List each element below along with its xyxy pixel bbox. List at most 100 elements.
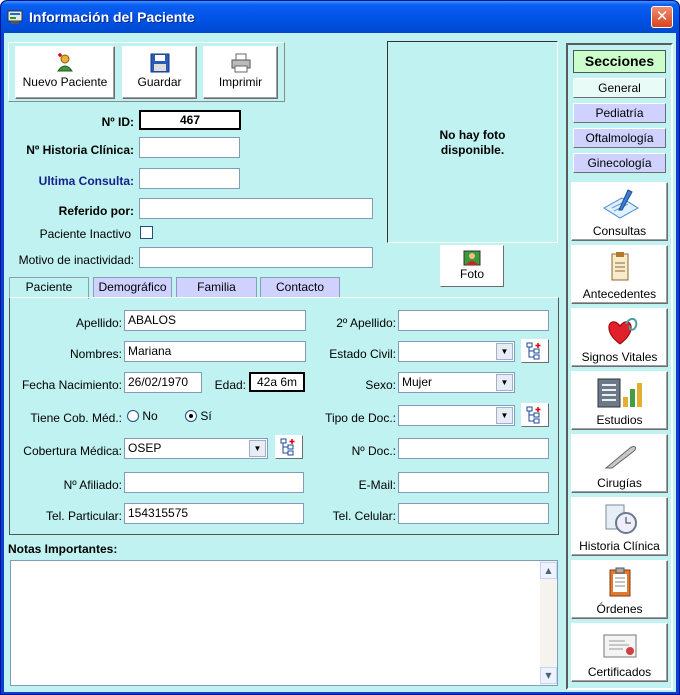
sections-title: Secciones (573, 50, 666, 73)
coverage-flag-label: Tiene Cob. Méd.: (30, 411, 122, 425)
patient-info-window: Información del Paciente ✕ Nuevo Pacient… (0, 0, 680, 695)
tab-paciente[interactable]: Paciente (9, 277, 89, 299)
close-button[interactable]: ✕ (651, 6, 673, 28)
estudios-button[interactable]: Estudios (571, 371, 668, 430)
doc-number-label: Nº Doc.: (351, 444, 396, 458)
add-coverage-button[interactable] (275, 435, 303, 459)
coverage-select[interactable]: OSEP ▼ (124, 438, 268, 459)
inactive-reason-label: Motivo de inactividad: (18, 253, 134, 267)
radio-yes[interactable] (185, 410, 197, 422)
patient-tab-panel: Apellido: ABALOS 2º Apellido: Nombres: M… (9, 297, 559, 535)
title-bar[interactable]: Información del Paciente ✕ (1, 1, 679, 33)
phone-field[interactable]: 154315575 (124, 503, 304, 524)
coverage-value: OSEP (128, 441, 162, 455)
new-patient-label: Nuevo Paciente (22, 75, 108, 89)
chevron-down-icon[interactable]: ▼ (249, 440, 266, 457)
xray-chart-icon (597, 378, 642, 408)
sex-select[interactable]: Mujer ▼ (398, 372, 515, 393)
photo-button[interactable]: Foto (440, 245, 504, 287)
coverage-label: Cobertura Médica: (23, 444, 122, 458)
names-field[interactable]: Mariana (124, 341, 306, 362)
certificate-icon (603, 634, 636, 658)
save-button[interactable]: Guardar (122, 46, 197, 99)
section-general[interactable]: General (573, 78, 666, 98)
chevron-down-icon[interactable]: ▼ (496, 407, 513, 424)
birth-date-label: Fecha Nacimiento: (21, 378, 122, 392)
clipboard-orders-icon (609, 567, 630, 597)
email-field[interactable] (398, 472, 549, 493)
cirugias-button[interactable]: Cirugías (571, 434, 668, 493)
coverage-yes-radio[interactable]: Sí (185, 409, 212, 423)
referred-by-field[interactable] (139, 198, 373, 219)
tree-add-icon (280, 438, 295, 456)
consultas-button[interactable]: Consultas (571, 182, 668, 241)
last-visit-label: Ultima Consulta: (38, 174, 134, 188)
coverage-no-radio[interactable]: No (127, 409, 158, 423)
antecedentes-button[interactable]: Antecedentes (571, 245, 668, 304)
add-doc-type-button[interactable] (521, 403, 549, 427)
client-area: Nuevo Paciente Guardar Imprimir No hay f… (4, 33, 676, 692)
photo-frame: No hay foto disponible. (387, 41, 558, 243)
signos-vitales-button[interactable]: Signos Vitales (571, 308, 668, 367)
print-button[interactable]: Imprimir (203, 46, 278, 99)
tab-familia[interactable]: Familia (176, 277, 257, 298)
clipboard-pen-icon (602, 189, 639, 219)
tab-demografico[interactable]: Demográfico (93, 277, 172, 298)
chevron-down-icon[interactable]: ▼ (496, 374, 513, 391)
notes-scrollbar[interactable]: ▲ ▼ (540, 561, 557, 685)
add-civil-status-button[interactable] (521, 339, 549, 363)
signos-vitales-label: Signos Vitales (581, 350, 658, 364)
affiliate-field[interactable] (124, 472, 304, 493)
floppy-disk-icon (150, 53, 169, 73)
names-label: Nombres: (69, 347, 122, 361)
scalpel-icon (604, 446, 636, 469)
photo-placeholder-line2: disponible. (440, 143, 505, 157)
certificados-button[interactable]: Certificados (571, 623, 668, 682)
consultas-label: Consultas (592, 224, 647, 238)
mobile-label: Tel. Celular: (332, 509, 396, 523)
certificados-label: Certificados (587, 665, 652, 679)
photo-placeholder-line1: No hay foto (439, 128, 506, 142)
section-pediatria[interactable]: Pediatría (573, 103, 666, 123)
mobile-field[interactable] (398, 503, 549, 524)
historia-clinica-label: Historia Clínica (579, 539, 660, 553)
section-ginecologia[interactable]: Ginecología (573, 153, 666, 173)
antecedentes-label: Antecedentes (582, 287, 657, 301)
radio-no-label: No (142, 409, 158, 423)
history-number-field[interactable] (139, 137, 240, 158)
radio-no[interactable] (127, 410, 139, 422)
surname-label: Apellido: (75, 316, 122, 330)
scroll-down-icon[interactable]: ▼ (540, 667, 557, 684)
section-oftalmologia[interactable]: Oftalmología (573, 128, 666, 148)
doc-number-field[interactable] (398, 438, 549, 459)
ordenes-button[interactable]: Órdenes (571, 560, 668, 619)
last-visit-field[interactable] (139, 168, 240, 189)
scroll-up-icon[interactable]: ▲ (540, 562, 557, 579)
civil-status-select[interactable]: ▼ (398, 341, 515, 362)
inactive-checkbox[interactable] (140, 226, 153, 239)
doc-type-select[interactable]: ▼ (398, 405, 515, 426)
second-surname-field[interactable] (398, 310, 549, 331)
referred-by-label: Referido por: (58, 204, 134, 218)
historia-clinica-button[interactable]: Historia Clínica (571, 497, 668, 556)
estudios-label: Estudios (596, 413, 643, 427)
window-title: Información del Paciente (29, 9, 195, 25)
chevron-down-icon[interactable]: ▼ (496, 343, 513, 360)
birth-date-field[interactable]: 26/02/1970 (124, 372, 202, 393)
age-label: Edad: (214, 378, 246, 392)
notes-textarea[interactable]: ▲ ▼ (10, 560, 558, 686)
tree-add-icon (526, 406, 541, 424)
cirugias-label: Cirugías (597, 476, 642, 490)
tree-add-icon (526, 342, 541, 360)
id-value: 467 (139, 110, 241, 130)
new-patient-button[interactable]: Nuevo Paciente (15, 46, 115, 99)
photo-button-label: Foto (459, 267, 484, 281)
affiliate-label: Nº Afiliado: (63, 478, 122, 492)
inactive-reason-field[interactable] (139, 247, 373, 268)
civil-status-label: Estado Civil: (329, 347, 396, 361)
surname-field[interactable]: ABALOS (124, 310, 306, 331)
tab-contacto[interactable]: Contacto (260, 277, 340, 298)
radio-yes-label: Sí (200, 409, 212, 423)
email-label: E-Mail: (358, 478, 396, 492)
id-label: Nº ID: (101, 115, 134, 129)
